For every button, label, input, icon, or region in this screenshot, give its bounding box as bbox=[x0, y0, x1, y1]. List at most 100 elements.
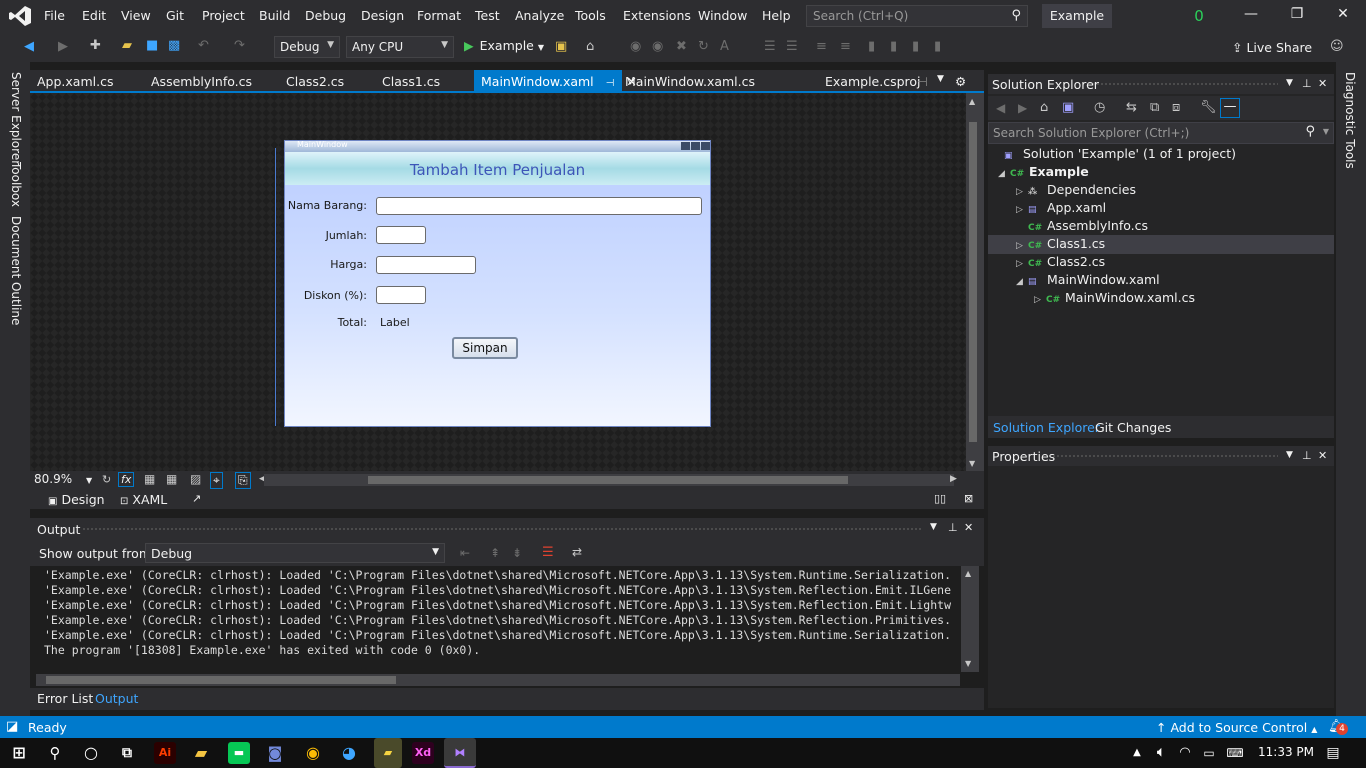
tree-item-class2-cs[interactable]: ▷ C# Class2.cs bbox=[1016, 254, 1105, 272]
wpf-window-preview[interactable]: MainWindow Tambah Item Penjualan Nama Ba… bbox=[284, 140, 711, 427]
text-format-icon[interactable]: A bbox=[720, 39, 729, 54]
wifi-icon[interactable]: ◠ bbox=[1174, 742, 1196, 764]
menu-git[interactable]: Git bbox=[166, 8, 184, 23]
effects-fx-icon[interactable]: fx bbox=[118, 472, 135, 487]
chrome-icon[interactable]: ◉ bbox=[302, 742, 324, 764]
sticky-notes-icon[interactable]: ▰ bbox=[374, 738, 402, 768]
scroll-down-icon[interactable]: ▼ bbox=[969, 459, 975, 468]
menu-debug[interactable]: Debug bbox=[305, 8, 346, 23]
scrollbar-thumb[interactable] bbox=[368, 476, 848, 484]
pane-grip[interactable] bbox=[1052, 454, 1278, 458]
task-view-icon[interactable]: ⧉ bbox=[116, 742, 138, 764]
undo-icon[interactable]: ↶ bbox=[198, 38, 209, 53]
scroll-up-icon[interactable]: ▲ bbox=[969, 97, 975, 106]
pane-grip[interactable] bbox=[82, 527, 922, 531]
close-pane-icon[interactable]: ✕ bbox=[1318, 449, 1327, 462]
output-log[interactable]: 'Example.exe' (CoreCLR: clrhost): Loaded… bbox=[44, 568, 962, 668]
tab-xaml[interactable]: ⊡ XAML bbox=[120, 492, 167, 507]
output-vertical-scrollbar[interactable] bbox=[961, 566, 979, 672]
taskbar-search-icon[interactable]: ⚲ bbox=[44, 742, 66, 764]
preview-selected-items-icon[interactable]: — bbox=[1220, 98, 1240, 118]
collapse-pane-icon[interactable]: ⊠ bbox=[964, 492, 973, 505]
bookmark-clear-icon[interactable]: ▮ bbox=[934, 39, 941, 54]
scroll-down-icon[interactable]: ▼ bbox=[965, 659, 971, 668]
pin-icon[interactable]: ⊥ bbox=[948, 521, 958, 534]
pin-icon[interactable]: ⊣ bbox=[606, 78, 615, 89]
tab-solution-explorer[interactable]: Solution Explorer bbox=[993, 420, 1100, 435]
menu-format[interactable]: Format bbox=[417, 8, 461, 23]
menu-view[interactable]: View bbox=[121, 8, 151, 23]
show-output-from-dropdown[interactable]: Debug ▼ bbox=[145, 543, 445, 563]
taskbar-clock[interactable]: 11:33 PM bbox=[1258, 745, 1314, 759]
close-pane-icon[interactable]: ✕ bbox=[964, 521, 973, 534]
clear-all-icon[interactable]: ☰ bbox=[542, 545, 554, 560]
pending-changes-icon[interactable]: ◷ bbox=[1094, 100, 1105, 115]
collapse-all-icon[interactable]: ⧉ bbox=[1150, 100, 1159, 115]
word-wrap-icon[interactable]: ⇄ bbox=[572, 545, 582, 559]
windows-start-icon[interactable]: ⊞ bbox=[8, 742, 30, 764]
tree-item-class1-cs[interactable]: ▷ C# Class1.cs bbox=[1016, 236, 1105, 254]
solution-explorer-search-input[interactable]: Search Solution Explorer (Ctrl+;) ⚲ ▼ bbox=[988, 122, 1334, 144]
scrollbar-thumb[interactable] bbox=[46, 676, 396, 684]
tree-item-solution[interactable]: ▣ Solution 'Example' (1 of 1 project) bbox=[1004, 146, 1236, 164]
toolbox-tab[interactable]: Toolbox bbox=[9, 162, 23, 207]
next-message-icon[interactable]: ⇟ bbox=[512, 546, 522, 560]
tab-error-list[interactable]: Error List bbox=[37, 691, 93, 706]
diskon-input[interactable] bbox=[376, 286, 426, 304]
harga-input[interactable] bbox=[376, 256, 476, 274]
expanded-triangle-icon[interactable]: ◢ bbox=[998, 169, 1010, 179]
diagnostic-tools-tab[interactable]: Diagnostic Tools bbox=[1343, 72, 1357, 169]
new-item-icon[interactable]: ✚ bbox=[90, 38, 101, 53]
refresh-designer-icon[interactable]: ↻ bbox=[102, 473, 111, 486]
forward-icon[interactable]: ▶ bbox=[1018, 101, 1027, 115]
switch-views-icon[interactable]: ▣ bbox=[1062, 100, 1074, 115]
menu-extensions[interactable]: Extensions bbox=[623, 8, 691, 23]
bookmark-icon[interactable]: ▮ bbox=[868, 39, 875, 54]
illustrator-icon[interactable]: Ai bbox=[154, 742, 176, 764]
save-all-icon[interactable]: ▩ bbox=[168, 38, 180, 53]
pin-icon[interactable]: ⊥ bbox=[1302, 449, 1312, 462]
notifications-bell-icon[interactable]: 🔔︎4 bbox=[1328, 719, 1348, 735]
document-outline-tab[interactable]: Document Outline bbox=[9, 216, 23, 325]
vertical-split-icon[interactable]: ▯▯ bbox=[934, 492, 946, 505]
nama-barang-input[interactable] bbox=[376, 197, 702, 215]
bookmark-next-icon[interactable]: ▮ bbox=[912, 39, 919, 54]
scroll-up-icon[interactable]: ▲ bbox=[965, 569, 971, 578]
volume-icon[interactable]: 🔈︎ bbox=[1150, 742, 1172, 764]
menu-window[interactable]: Window bbox=[698, 8, 747, 23]
tree-item-mainwindow-xaml[interactable]: ◢ ▤ MainWindow.xaml bbox=[1016, 272, 1160, 290]
grid-icon[interactable]: ▦ bbox=[144, 472, 155, 486]
feedback-icon[interactable]: ☺ bbox=[1330, 39, 1344, 54]
swap-panes-icon[interactable]: ↗ bbox=[192, 492, 201, 505]
tab-output[interactable]: Output bbox=[95, 691, 138, 706]
snap-lines-icon[interactable]: ⌖ bbox=[210, 472, 223, 489]
uncomment-icon[interactable]: ≡ bbox=[840, 39, 851, 54]
save-icon[interactable]: ■ bbox=[146, 38, 158, 53]
adobe-xd-icon[interactable]: Xd bbox=[412, 742, 434, 764]
tray-chevron-up-icon[interactable]: ▲ bbox=[1126, 742, 1148, 764]
visual-studio-taskbar-icon[interactable]: ⧓ bbox=[444, 738, 476, 768]
collapsed-triangle-icon[interactable]: ▷ bbox=[1016, 205, 1028, 215]
tab-git-changes[interactable]: Git Changes bbox=[1095, 420, 1171, 435]
forward-icon[interactable]: ▶ bbox=[58, 39, 68, 54]
keyboard-icon[interactable]: ⌨ bbox=[1224, 742, 1246, 764]
tab-mainwindow-xaml-cs[interactable]: MainWindow.xaml.cs bbox=[618, 70, 762, 92]
expanded-triangle-icon[interactable]: ◢ bbox=[1016, 277, 1028, 287]
project-code-icon[interactable]: ⎘ bbox=[235, 472, 251, 489]
device-preview-icon[interactable]: ⌂ bbox=[586, 39, 594, 54]
snap-grid-icon[interactable]: ▦ bbox=[166, 472, 177, 486]
step-forward-icon[interactable]: ◉ bbox=[652, 39, 663, 54]
menu-project[interactable]: Project bbox=[202, 8, 245, 23]
align-icon[interactable]: ☰ bbox=[764, 39, 776, 54]
close-pane-icon[interactable]: ✕ bbox=[1318, 77, 1327, 90]
properties-wrench-icon[interactable]: 🔧︎ bbox=[1200, 100, 1217, 115]
refresh-icon[interactable]: ↻ bbox=[698, 39, 709, 54]
cortana-icon[interactable]: ○ bbox=[80, 742, 102, 764]
tab-app-xaml-cs[interactable]: App.xaml.cs bbox=[30, 70, 120, 92]
server-explorer-tab[interactable]: Server Explorer bbox=[9, 72, 23, 165]
menu-design[interactable]: Design bbox=[361, 8, 404, 23]
open-folder-icon[interactable]: ▰ bbox=[122, 38, 132, 53]
search-input[interactable]: Search (Ctrl+Q) ⚲ bbox=[806, 5, 1028, 27]
collapsed-triangle-icon[interactable]: ▷ bbox=[1016, 241, 1028, 251]
align-right-icon[interactable]: ☰ bbox=[786, 39, 798, 54]
